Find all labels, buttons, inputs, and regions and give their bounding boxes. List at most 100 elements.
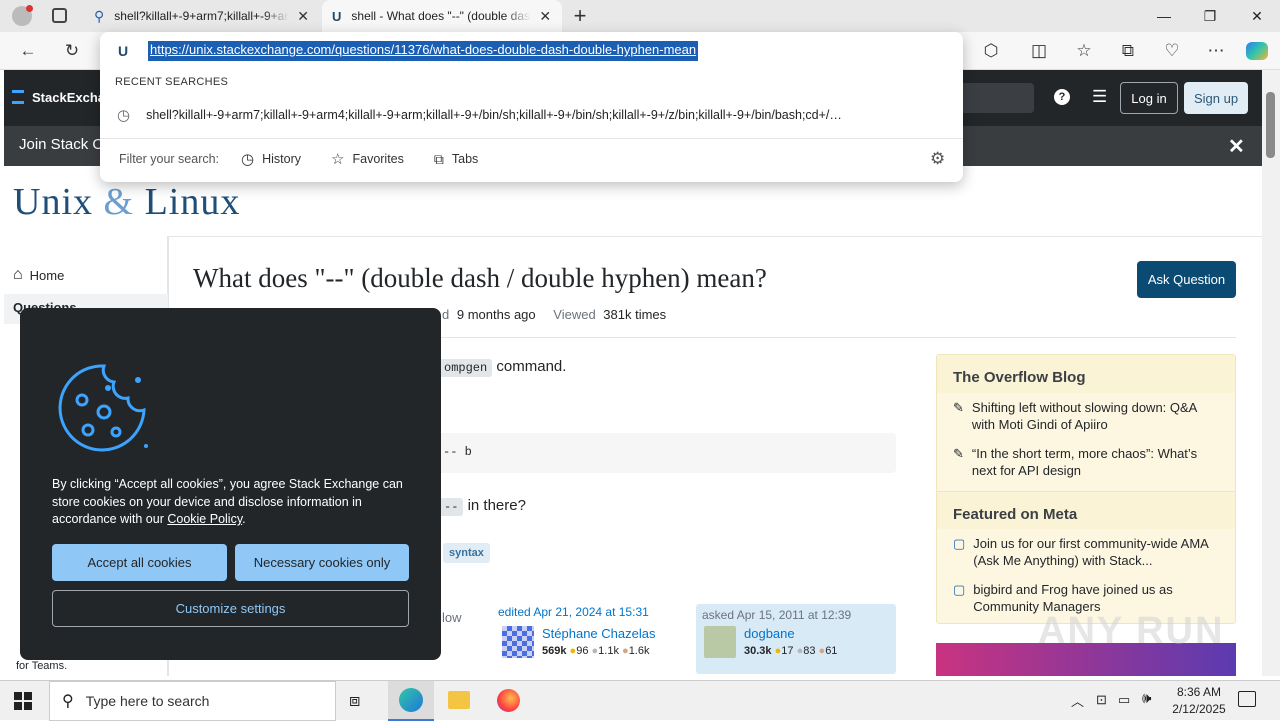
search-icon: ⚲ — [62, 693, 74, 710]
tab-search[interactable]: ⚲ shell?killall+-9+arm7;killall+-9+arm4;… — [84, 0, 320, 32]
necessary-cookies-button[interactable]: Necessary cookies only — [235, 544, 409, 581]
filter-tabs[interactable]: ⧉ Tabs — [434, 151, 478, 168]
question-title[interactable]: What does "--" (double dash / double hyp… — [193, 263, 767, 294]
ethernet-icon[interactable]: ▭ — [1118, 692, 1130, 708]
join-text: Join Stack O — [19, 136, 105, 153]
filter-favorites[interactable]: ☆ Favorites — [331, 150, 404, 168]
site-switcher-icon[interactable]: ☰ — [1092, 88, 1107, 105]
signup-label: Sign up — [1193, 90, 1239, 106]
cookie-consent-dialog: By clicking “Accept all cookies”, you ag… — [20, 308, 441, 660]
tabs-icon: ⧉ — [433, 150, 444, 167]
unix-site-icon: U — [332, 8, 342, 24]
editor-name[interactable]: Stéphane Chazelas — [542, 626, 655, 641]
code-fragment: -- b — [443, 445, 472, 459]
meta-item[interactable]: ▢ Join us for our first community-wide A… — [953, 535, 1223, 569]
window-close-button[interactable]: ✕ — [1234, 0, 1280, 32]
gold-count: 17 — [781, 645, 794, 657]
firefox-icon[interactable] — [497, 689, 520, 712]
close-tab-icon[interactable]: ✕ — [297, 8, 309, 25]
asked-label: asked Apr 15, 2011 at 12:39 — [702, 608, 852, 622]
customize-label: Customize settings — [175, 601, 286, 616]
asker-rep: 30.3k ●17 ●83 ●61 — [744, 645, 837, 657]
meta-title: Featured on Meta — [953, 506, 1078, 523]
help-icon[interactable]: ? — [1054, 89, 1070, 105]
browser-essentials-icon[interactable]: ♡ — [1156, 32, 1188, 70]
volume-icon[interactable]: 🕪 — [1142, 690, 1151, 707]
stackexchange-logo-icon — [12, 90, 24, 104]
restore-button[interactable]: ❐ — [1187, 0, 1233, 32]
network-icon[interactable]: ⊡ — [1096, 692, 1107, 708]
tab-active[interactable]: U shell - What does "--" (double dash / … — [322, 0, 562, 32]
filter-row: Filter your search: ◷ History ☆ Favorites … — [119, 150, 478, 169]
tab-actions-icon[interactable] — [52, 8, 67, 23]
star-icon: ☆ — [331, 151, 345, 168]
refresh-icon[interactable]: ↻ — [56, 32, 88, 70]
blog-item[interactable]: ✎ “In the short term, more chaos”: What’… — [953, 445, 1223, 479]
blog-item[interactable]: ✎ Shifting left without slowing down: Q&… — [953, 399, 1223, 433]
signup-button[interactable]: Sign up — [1184, 82, 1248, 114]
nav-home[interactable]: ⌂ Home — [13, 266, 64, 284]
recent-search-item[interactable]: ◷ shell?killall+-9+arm7;killall+-9+arm4;… — [100, 100, 963, 130]
bronze-count: 1.6k — [628, 645, 650, 657]
rep-value: 30.3k — [744, 645, 772, 657]
cookie-text-end: . — [242, 512, 246, 526]
home-icon: ⌂ — [13, 266, 23, 283]
collections-icon[interactable]: ⧉ — [1112, 32, 1144, 70]
profile-icon[interactable] — [12, 5, 33, 26]
edited-label[interactable]: edited Apr 21, 2024 at 15:31 — [498, 605, 688, 619]
necessary-label: Necessary cookies only — [253, 555, 391, 570]
filter-favorites-label: Favorites — [352, 152, 404, 166]
start-button[interactable] — [14, 692, 32, 710]
nav-home-label: Home — [29, 267, 65, 283]
ask-question-button[interactable]: Ask Question — [1137, 261, 1236, 298]
close-tab-icon[interactable]: ✕ — [539, 8, 551, 25]
filter-history-label: History — [262, 152, 302, 166]
login-button[interactable]: Log in — [1120, 82, 1178, 114]
user-avatar[interactable] — [502, 626, 534, 658]
scrollbar[interactable] — [1262, 70, 1280, 676]
edge-taskbar-icon[interactable] — [388, 681, 434, 721]
user-avatar[interactable] — [704, 626, 736, 658]
accept-all-cookies-button[interactable]: Accept all cookies — [52, 544, 227, 581]
overflow-blog-box: The Overflow Blog ✎ Shifting left withou… — [936, 354, 1236, 624]
meta-title-bar: Featured on Meta — [937, 491, 1235, 529]
silver-count: 1.1k — [598, 645, 619, 657]
new-tab-button[interactable]: + — [568, 2, 592, 30]
close-banner-icon[interactable]: ✕ — [1228, 134, 1245, 159]
notifications-icon[interactable] — [1238, 691, 1256, 707]
tag-syntax[interactable]: syntax — [443, 543, 490, 563]
question-body-line1: ompgen command. — [439, 358, 566, 377]
minimize-button[interactable]: — — [1141, 0, 1187, 32]
favorite-star-icon[interactable]: ☆ — [1068, 32, 1100, 70]
taskbar-search-box[interactable]: ⚲ Type here to search — [49, 681, 336, 721]
asker-name[interactable]: dogbane — [744, 626, 795, 641]
copilot-icon[interactable] — [1246, 42, 1268, 60]
scroll-thumb[interactable] — [1266, 92, 1275, 158]
customize-settings-button[interactable]: Customize settings — [52, 590, 409, 627]
blog-item-text: Shifting left without slowing down: Q&A … — [971, 400, 1197, 432]
editor-card: edited Apr 21, 2024 at 15:31 Stéphane Ch… — [498, 605, 688, 669]
clock[interactable]: 8:36 AM 2/12/2025 — [1166, 684, 1232, 718]
cookie-text: By clicking “Accept all cookies”, you ag… — [52, 476, 412, 529]
filter-history[interactable]: ◷ History — [241, 150, 301, 168]
back-icon[interactable]: ← — [12, 32, 44, 70]
file-explorer-icon[interactable] — [448, 691, 470, 709]
extensions-icon[interactable]: ⬡ — [975, 32, 1007, 70]
accept-label: Accept all cookies — [87, 555, 192, 570]
address-bar-dropdown: U https://unix.stackexchange.com/questio… — [100, 32, 963, 182]
follow-fragment[interactable]: low — [442, 610, 462, 625]
search-icon: ⚲ — [94, 7, 105, 24]
address-input[interactable]: https://unix.stackexchange.com/questions… — [148, 41, 699, 61]
chat-bubble-icon: ▢ — [953, 536, 966, 551]
viewed-label: Viewed — [553, 307, 596, 322]
site-brand[interactable]: Unix & Linux — [13, 180, 240, 224]
gear-icon[interactable]: ⚙ — [930, 149, 945, 169]
history-icon: ◷ — [241, 151, 255, 168]
cookie-policy-link[interactable]: Cookie Policy — [167, 512, 242, 526]
chevron-up-icon[interactable]: ︿ — [1071, 691, 1084, 710]
history-icon: ◷ — [117, 107, 131, 124]
split-screen-icon[interactable]: ◫ — [1023, 32, 1055, 70]
viewed-value: 381k times — [603, 307, 667, 322]
settings-more-icon[interactable]: ⋯ — [1200, 32, 1232, 70]
task-view-icon[interactable]: ⧈ — [349, 690, 360, 711]
